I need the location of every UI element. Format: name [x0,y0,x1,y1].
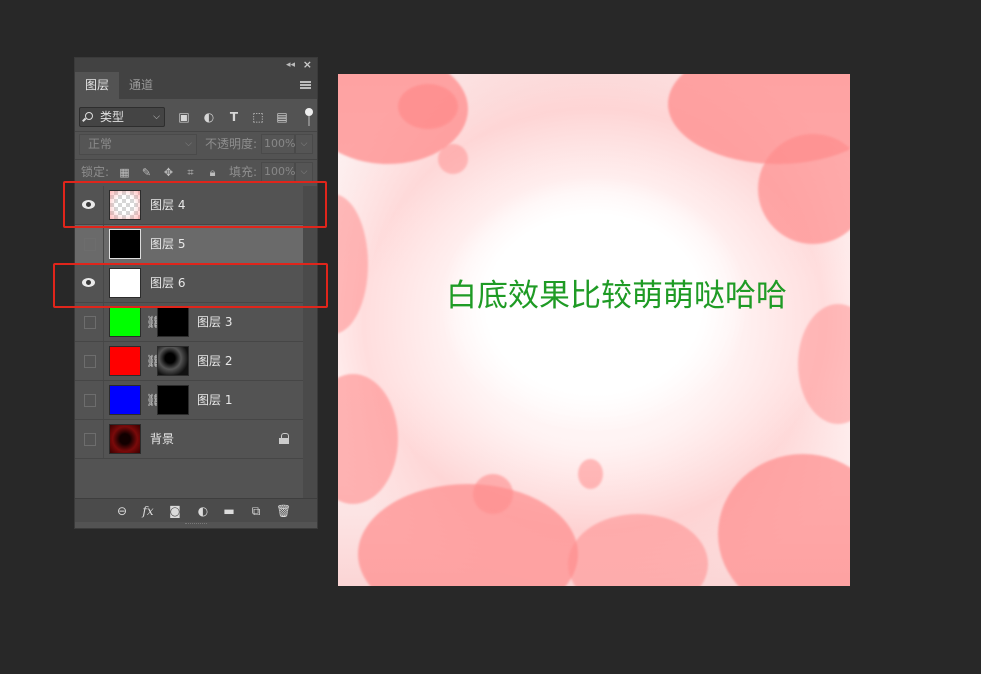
filter-toggle[interactable] [305,108,313,126]
splash [758,134,850,244]
tab-layers[interactable]: 图层 [75,72,120,99]
adjustment-filter-icon[interactable]: ◐ [202,110,216,124]
layer-mask-thumbnail[interactable] [157,307,189,337]
layer-name: 图层 3 [197,315,233,329]
new-layer-icon[interactable]: ⧉ [249,504,263,518]
divider [103,420,104,458]
splash [473,474,513,514]
blend-mode-select[interactable]: 正常 ⌵ [79,134,197,155]
chevron-down-icon: ⌵ [153,112,160,122]
link-icon[interactable]: ⊖ [115,504,129,518]
splash [718,454,850,586]
opacity-dropdown-icon[interactable]: ⌵ [295,134,313,154]
image-filter-icon[interactable]: ▣ [177,110,191,124]
type-filter-icon[interactable]: T [227,110,241,124]
splash [358,484,578,586]
panel-tabbar: 图层 通道 [75,72,317,99]
scrollbar-track[interactable] [303,186,317,518]
lock-all-icon[interactable]: 🔒︎ [206,166,219,179]
layer-row[interactable]: 图层 5 [75,225,303,264]
divider [103,342,104,380]
chain-link-icon[interactable]: ⛓ [146,315,161,329]
layer-thumbnail [109,424,141,454]
layer-mask-thumbnail[interactable] [157,346,189,376]
smart-object-filter-icon[interactable]: ▤ [275,110,289,124]
visibility-toggle[interactable] [81,315,97,329]
divider [103,303,104,341]
search-icon [85,112,93,120]
close-icon[interactable]: × [303,58,312,72]
canvas-text: 白底效果比较萌萌哒哈哈 [446,278,787,314]
divider [103,225,104,263]
layer-thumbnail [109,229,141,259]
highlight-box [53,263,328,308]
blend-mode-label: 正常 [88,137,113,151]
layer-name: 图层 2 [197,354,233,368]
panel-menu-icon[interactable] [300,81,311,89]
lock-artboard-icon[interactable]: ⌗ [184,166,197,179]
filter-row: 类型 ⌵ ▣ ◐ T ⬚ ▤ [75,105,317,129]
layer-thumbnail [109,307,141,337]
layer-row[interactable]: ⛓ 图层 2 [75,342,303,381]
filter-kind-label: 类型 [100,110,125,124]
filter-kind-select[interactable]: 类型 ⌵ [79,107,165,127]
document-canvas[interactable]: 白底效果比较萌萌哒哈哈 [338,74,850,586]
folder-icon[interactable]: ▬ [222,504,236,518]
lock-icon[interactable] [279,433,289,444]
splash [438,144,468,174]
panel-footer: ⊖ fx ◙ ◐ ▬ ⧉ 🗑︎ [75,498,317,522]
splash [338,374,398,504]
opacity-input[interactable]: 100% [261,134,295,154]
splash [578,459,603,489]
visibility-toggle[interactable] [81,432,97,446]
divider [75,159,317,160]
tab-channels[interactable]: 通道 [119,72,163,99]
layer-name: 图层 1 [197,393,233,407]
chain-link-icon[interactable]: ⛓ [146,354,161,368]
visibility-toggle[interactable] [81,393,97,407]
splash [398,84,458,129]
collapse-panel-icon[interactable]: ◂◂ [286,58,295,72]
chevron-down-icon: ⌵ [185,139,192,149]
fx-icon[interactable]: fx [141,504,155,518]
chain-link-icon[interactable]: ⛓ [146,393,161,407]
layer-thumbnail [109,385,141,415]
splash [338,194,368,334]
visibility-toggle[interactable] [81,354,97,368]
layer-mask-thumbnail[interactable] [157,385,189,415]
lock-brush-icon[interactable]: ✎ [140,166,153,179]
lock-transparent-icon[interactable]: ▦ [118,166,131,179]
layer-name: 背景 [150,432,175,446]
mask-icon[interactable]: ◙ [168,504,182,518]
layer-thumbnail [109,346,141,376]
splash [798,304,850,424]
divider [75,131,317,132]
resize-grip[interactable] [185,523,207,526]
layer-row[interactable]: 背景 [75,420,303,459]
splash [568,514,708,586]
adjustment-icon[interactable]: ◐ [196,504,210,518]
fill-input[interactable]: 100% [261,162,295,182]
blend-row: 正常 ⌵ 不透明度: 100% ⌵ [75,134,317,156]
fill-dropdown-icon[interactable]: ⌵ [295,162,313,182]
opacity-label: 不透明度: [205,137,258,151]
visibility-toggle[interactable] [81,237,97,251]
lock-position-icon[interactable]: ✥ [162,166,175,179]
panel-titlebar: ◂◂ × [75,58,317,72]
trash-icon[interactable]: 🗑︎ [276,504,291,518]
shape-filter-icon[interactable]: ⬚ [251,110,265,124]
divider [103,381,104,419]
fill-label: 填充: [229,165,258,179]
lock-label: 锁定: [81,165,110,179]
layer-row[interactable]: ⛓ 图层 3 [75,303,303,342]
layer-name: 图层 5 [150,237,186,251]
highlight-box [63,181,327,228]
layer-row[interactable]: ⛓ 图层 1 [75,381,303,420]
